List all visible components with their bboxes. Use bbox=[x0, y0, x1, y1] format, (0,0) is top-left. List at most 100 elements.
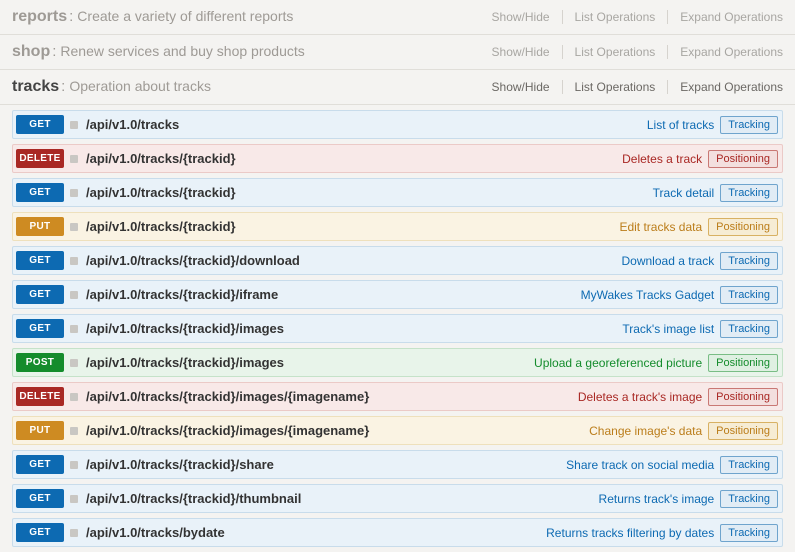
showhide-link[interactable]: Show/Hide bbox=[492, 10, 563, 24]
endpoints-list: GET/api/v1.0/tracks List of tracks Trackin… bbox=[0, 105, 795, 547]
list-ops-link[interactable]: List Operations bbox=[575, 45, 669, 59]
colon: : bbox=[61, 78, 65, 95]
section-desc: Renew services and buy shop products bbox=[60, 43, 304, 59]
endpoint-summary: Share track on social media bbox=[566, 458, 714, 472]
bullet-icon bbox=[70, 393, 78, 401]
endpoint-summary: Upload a georeferenced picture bbox=[534, 356, 702, 370]
endpoint-summary: Track's image list bbox=[622, 322, 714, 336]
endpoint-summary: Returns tracks filtering by dates bbox=[546, 526, 714, 540]
colon: : bbox=[69, 8, 73, 25]
endpoint-summary: Edit tracks data bbox=[619, 220, 702, 234]
section-ops: Show/Hide List Operations Expand Operation… bbox=[492, 10, 783, 24]
endpoint-tag[interactable]: Tracking bbox=[720, 286, 778, 304]
bullet-icon bbox=[70, 189, 78, 197]
bullet-icon bbox=[70, 257, 78, 265]
method-badge: POST bbox=[16, 353, 64, 372]
method-badge: GET bbox=[16, 523, 64, 542]
method-badge: GET bbox=[16, 285, 64, 304]
method-badge: GET bbox=[16, 489, 64, 508]
expand-ops-link[interactable]: Expand Operations bbox=[680, 10, 783, 24]
bullet-icon bbox=[70, 223, 78, 231]
method-badge: DELETE bbox=[16, 149, 64, 168]
bullet-icon bbox=[70, 155, 78, 163]
endpoint-summary: Deletes a track's image bbox=[578, 390, 702, 404]
endpoint-tag[interactable]: Tracking bbox=[720, 184, 778, 202]
section-desc: Create a variety of different reports bbox=[77, 8, 293, 24]
section-shop[interactable]: shop : Renew services and buy shop produ… bbox=[0, 35, 795, 70]
expand-ops-link[interactable]: Expand Operations bbox=[680, 45, 783, 59]
endpoint-tag[interactable]: Positioning bbox=[708, 422, 778, 440]
section-tracks[interactable]: tracks : Operation about tracks Show/Hide… bbox=[0, 70, 795, 105]
endpoint-tag[interactable]: Positioning bbox=[708, 150, 778, 168]
endpoint-tag[interactable]: Tracking bbox=[720, 116, 778, 134]
endpoint-row[interactable]: PUT/api/v1.0/tracks/{trackid}/images/{im… bbox=[12, 416, 783, 445]
endpoint-row[interactable]: PUT/api/v1.0/tracks/{trackid}Edit tracks… bbox=[12, 212, 783, 241]
section-ops: Show/Hide List Operations Expand Operation… bbox=[492, 80, 783, 94]
endpoint-row[interactable]: GET/api/v1.0/tracks List of tracks Trackin… bbox=[12, 110, 783, 139]
endpoint-path: /api/v1.0/tracks/bydate bbox=[86, 525, 225, 540]
endpoint-summary: List of tracks bbox=[647, 118, 714, 132]
endpoint-path: /api/v1.0/tracks/{trackid} bbox=[86, 219, 236, 234]
endpoint-path: /api/v1.0/tracks/{trackid}/images/{image… bbox=[86, 389, 369, 404]
endpoint-path: /api/v1.0/tracks/{trackid} bbox=[86, 185, 236, 200]
endpoint-row[interactable]: GET/api/v1.0/tracks/{trackid}/download Do… bbox=[12, 246, 783, 275]
section-title: reports bbox=[12, 8, 67, 26]
method-badge: GET bbox=[16, 183, 64, 202]
endpoint-path: /api/v1.0/tracks/{trackid} bbox=[86, 151, 236, 166]
method-badge: GET bbox=[16, 319, 64, 338]
endpoint-path: /api/v1.0/tracks/{trackid}/iframe bbox=[86, 287, 278, 302]
showhide-link[interactable]: Show/Hide bbox=[492, 80, 563, 94]
endpoint-summary: Returns track's image bbox=[599, 492, 715, 506]
endpoint-tag[interactable]: Tracking bbox=[720, 320, 778, 338]
endpoint-row[interactable]: GET/api/v1.0/tracks/{trackid} Track detai… bbox=[12, 178, 783, 207]
endpoint-row[interactable]: DELETE/api/v1.0/tracks/{trackid} Deletes … bbox=[12, 144, 783, 173]
endpoint-row[interactable]: GET/api/v1.0/tracks/{trackid}/thumbnail R… bbox=[12, 484, 783, 513]
bullet-icon bbox=[70, 495, 78, 503]
method-badge: DELETE bbox=[16, 387, 64, 406]
endpoint-path: /api/v1.0/tracks/{trackid}/share bbox=[86, 457, 274, 472]
endpoint-path: /api/v1.0/tracks/{trackid}/download bbox=[86, 253, 300, 268]
endpoint-row[interactable]: GET/api/v1.0/tracks/{trackid}/share Share… bbox=[12, 450, 783, 479]
bullet-icon bbox=[70, 325, 78, 333]
method-badge: GET bbox=[16, 115, 64, 134]
endpoint-tag[interactable]: Positioning bbox=[708, 388, 778, 406]
endpoint-summary: Deletes a track bbox=[622, 152, 702, 166]
list-ops-link[interactable]: List Operations bbox=[575, 10, 669, 24]
endpoint-summary: Track detail bbox=[653, 186, 715, 200]
method-badge: GET bbox=[16, 455, 64, 474]
endpoint-tag[interactable]: Tracking bbox=[720, 252, 778, 270]
endpoint-path: /api/v1.0/tracks/{trackid}/thumbnail bbox=[86, 491, 301, 506]
endpoint-tag[interactable]: Positioning bbox=[708, 218, 778, 236]
endpoint-tag[interactable]: Tracking bbox=[720, 524, 778, 542]
endpoint-path: /api/v1.0/tracks bbox=[86, 117, 179, 132]
method-badge: GET bbox=[16, 251, 64, 270]
bullet-icon bbox=[70, 427, 78, 435]
endpoint-row[interactable]: POST/api/v1.0/tracks/{trackid}/images Upl… bbox=[12, 348, 783, 377]
colon: : bbox=[52, 43, 56, 60]
endpoint-tag[interactable]: Tracking bbox=[720, 456, 778, 474]
endpoint-path: /api/v1.0/tracks/{trackid}/images/{image… bbox=[86, 423, 369, 438]
expand-ops-link[interactable]: Expand Operations bbox=[680, 80, 783, 94]
endpoint-tag[interactable]: Tracking bbox=[720, 490, 778, 508]
endpoint-row[interactable]: GET/api/v1.0/tracks/bydate Returns tracks… bbox=[12, 518, 783, 547]
endpoint-row[interactable]: GET/api/v1.0/tracks/{trackid}/images Trac… bbox=[12, 314, 783, 343]
endpoint-path: /api/v1.0/tracks/{trackid}/images bbox=[86, 355, 284, 370]
bullet-icon bbox=[70, 121, 78, 129]
endpoint-row[interactable]: GET/api/v1.0/tracks/{trackid}/iframe MyWa… bbox=[12, 280, 783, 309]
section-desc: Operation about tracks bbox=[69, 78, 211, 94]
section-title: tracks bbox=[12, 78, 59, 96]
endpoint-summary: Download a track bbox=[622, 254, 715, 268]
endpoint-path: /api/v1.0/tracks/{trackid}/images bbox=[86, 321, 284, 336]
endpoint-row[interactable]: DELETE/api/v1.0/tracks/{trackid}/images/… bbox=[12, 382, 783, 411]
bullet-icon bbox=[70, 529, 78, 537]
showhide-link[interactable]: Show/Hide bbox=[492, 45, 563, 59]
list-ops-link[interactable]: List Operations bbox=[575, 80, 669, 94]
bullet-icon bbox=[70, 291, 78, 299]
endpoint-summary: MyWakes Tracks Gadget bbox=[581, 288, 715, 302]
endpoint-summary: Change image's data bbox=[589, 424, 702, 438]
endpoint-tag[interactable]: Positioning bbox=[708, 354, 778, 372]
method-badge: PUT bbox=[16, 421, 64, 440]
section-title: shop bbox=[12, 43, 50, 61]
section-reports[interactable]: reports : Create a variety of different … bbox=[0, 0, 795, 35]
bullet-icon bbox=[70, 461, 78, 469]
